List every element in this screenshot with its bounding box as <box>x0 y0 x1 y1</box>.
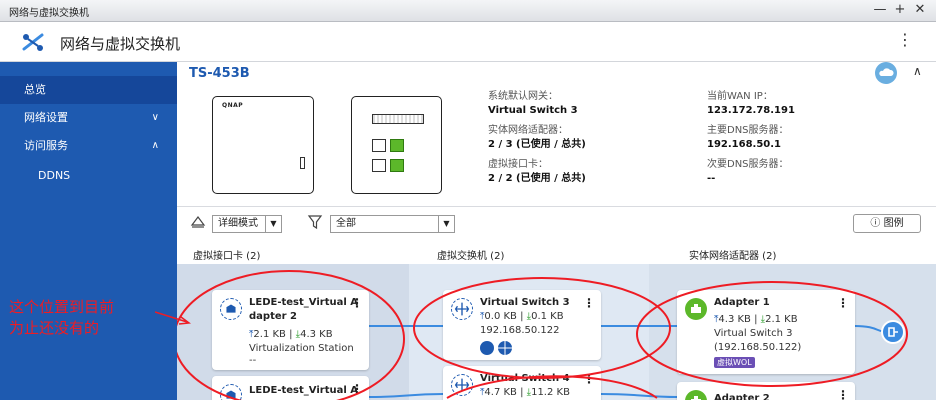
gateway-value: Virtual Switch 3 <box>488 105 578 116</box>
cloud-icon[interactable] <box>875 62 897 84</box>
vports-label: 虚拟接口卡： <box>488 159 548 170</box>
annotation-text: 这个位置到目前 为止还没有的 <box>9 297 114 339</box>
nas-brand-label: QNAP <box>222 102 244 109</box>
minimize-button[interactable]: — <box>872 1 888 19</box>
sidebar-item-label: DDNS <box>38 169 71 182</box>
sidebar-item-label: 访问服务 <box>24 139 68 152</box>
network-port-icon <box>372 139 386 152</box>
dns1-label: 主要DNS服务器： <box>707 125 789 136</box>
dns2-label: 次要DNS服务器： <box>707 159 789 170</box>
main-panel: TS-453B ∧ QNAP 系统默认网关： Virtual Switch 3 … <box>9 62 936 400</box>
monitor-icon <box>190 216 206 228</box>
sidebar-item-network-settings[interactable]: 网络设置 ∨ <box>0 104 177 132</box>
wan-ip-label: 当前WAN IP： <box>707 91 773 102</box>
device-info-left: 系统默认网关： Virtual Switch 3 实体网络适配器： 2 / 3 … <box>488 90 586 186</box>
window-titlebar: 网络与虚拟交换机 — + ✕ <box>0 0 936 22</box>
caret-down-icon: ▼ <box>265 216 281 232</box>
legend-label: 图例 <box>883 218 904 229</box>
dns1-value: 192.168.50.1 <box>707 139 782 150</box>
caret-down-icon: ▼ <box>438 216 454 232</box>
window-title: 网络与虚拟交换机 <box>9 8 89 19</box>
nas-handle <box>300 157 305 169</box>
sidebar-item-label: 总览 <box>24 83 46 96</box>
app-header: 网络与虚拟交换机 ⋮ <box>0 22 936 62</box>
sidebar-item-ddns[interactable]: DDNS <box>0 162 177 190</box>
network-port-icon <box>390 159 404 172</box>
filter-select[interactable]: 全部 ▼ <box>330 215 455 233</box>
divider <box>177 206 936 207</box>
view-mode-value: 详细模式 <box>218 218 258 229</box>
adapters-label: 实体网络适配器： <box>488 125 568 136</box>
view-mode-select[interactable]: 详细模式 ▼ <box>212 215 282 233</box>
device-title: TS-453B <box>189 66 250 81</box>
annotation-circles <box>177 270 908 400</box>
close-button[interactable]: ✕ <box>912 1 928 19</box>
filter-icon <box>307 215 323 230</box>
more-options-button[interactable]: ⋮ <box>897 31 913 49</box>
app-name: 网络与虚拟交换机 <box>60 35 181 53</box>
column-header-vnic: 虚拟接口卡 (2) <box>193 251 261 262</box>
chevron-down-icon: ∨ <box>151 112 159 123</box>
chevron-up-icon: ∧ <box>151 140 159 151</box>
network-ports-image <box>351 96 442 194</box>
network-port-icon <box>390 139 404 152</box>
maximize-button[interactable]: + <box>892 1 908 19</box>
column-header-vswitch: 虚拟交换机 (2) <box>437 251 505 262</box>
filter-value: 全部 <box>336 218 356 229</box>
network-port-icon <box>372 159 386 172</box>
topology-canvas: ⋮ LEDE-test_Virtual A dapter 2 ⤒2.1 KB |… <box>177 264 936 400</box>
info-icon: ⓘ <box>870 218 881 229</box>
sidebar: 总览 网络设置 ∨ 访问服务 ∧ DDNS <box>0 62 177 400</box>
sidebar-item-overview[interactable]: 总览 <box>0 76 177 104</box>
nas-device-image: QNAP <box>212 96 314 194</box>
gateway-label: 系统默认网关： <box>488 91 558 102</box>
adapters-value: 2 / 3 (已使用 / 总共) <box>488 139 586 150</box>
expansion-slot <box>372 114 424 124</box>
dns2-value: -- <box>707 173 716 184</box>
column-header-adapter: 实体网络适配器 (2) <box>689 251 777 262</box>
vports-value: 2 / 2 (已使用 / 总共) <box>488 173 586 184</box>
device-info-right: 当前WAN IP： 123.172.78.191 主要DNS服务器： 192.1… <box>707 90 795 186</box>
sidebar-item-access-services[interactable]: 访问服务 ∧ <box>0 132 177 160</box>
legend-button[interactable]: ⓘ 图例 <box>853 214 921 233</box>
network-switch-logo-icon <box>22 33 44 51</box>
sidebar-item-label: 网络设置 <box>24 111 68 124</box>
collapse-button[interactable]: ∧ <box>913 64 922 78</box>
annotation-arrow <box>155 311 191 325</box>
annotation-line-2: 为止还没有的 <box>9 319 100 337</box>
annotation-line-1: 这个位置到目前 <box>9 298 115 316</box>
wan-ip-value: 123.172.78.191 <box>707 105 795 116</box>
